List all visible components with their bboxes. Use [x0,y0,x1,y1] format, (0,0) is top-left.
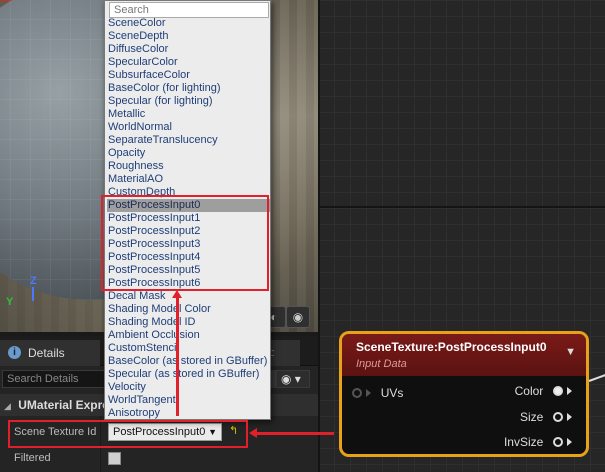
annotation-arrow-shaft-up [176,298,179,416]
dropdown-item[interactable]: Ambient Occlusion [107,329,270,342]
annotation-arrow-shaft-left [256,432,334,435]
details-search-input[interactable]: Search Details [2,370,108,388]
invsize-output-pin[interactable]: InvSize [504,435,572,449]
node-title: SceneTexture:PostProcessInput0 [356,340,547,354]
dropdown-item[interactable]: Shading Model ID [107,316,270,329]
uvs-input-pin[interactable]: UVs [352,386,403,400]
node-header[interactable]: SceneTexture:PostProcessInput0 Input Dat… [342,334,586,376]
dropdown-item[interactable]: Decal Mask [107,290,270,303]
color-label: Color [514,384,544,398]
dropdown-item[interactable]: SubsurfaceColor [107,69,270,82]
eye-icon[interactable]: ◉ ▾ [276,370,310,388]
input-pin-arrow-icon [366,389,372,397]
output-pin-icon[interactable] [552,437,563,447]
info-icon: i [8,346,21,359]
input-pin-icon[interactable] [352,388,362,398]
dropdown-item[interactable]: Specular (for lighting) [107,95,270,108]
dropdown-item[interactable]: BaseColor (as stored in GBuffer) [107,355,270,368]
dropdown-item[interactable]: Specular (as stored in GBuffer) [107,368,270,381]
dropdown-search-input[interactable]: Search [109,2,269,18]
dropdown-item[interactable]: SceneDepth [107,30,270,43]
dropdown-item[interactable]: Velocity [107,381,270,394]
output-pin-arrow-icon [567,413,572,421]
axis-z-label: Z [30,275,37,287]
dropdown-item[interactable]: BaseColor (for lighting) [107,82,270,95]
dropdown-item[interactable]: SpecularColor [107,56,270,69]
axis-y-label: Y [6,296,14,308]
dropdown-item[interactable]: SceneColor [107,17,270,30]
annotation-highlight-postprocess-inputs [101,195,269,291]
filtered-row: Filtered [0,446,318,470]
node-subtitle: Input Data [356,358,407,370]
dropdown-item[interactable]: Shading Model Color [107,303,270,316]
axis-z-line [32,287,34,301]
dropdown-item[interactable]: WorldNormal [107,121,270,134]
filtered-label: Filtered [14,452,51,464]
tab-details[interactable]: i Details [0,340,100,366]
section-title: UMaterial Expre [18,398,109,412]
tab-details-label: Details [28,346,65,360]
dropdown-item[interactable]: Opacity [107,147,270,160]
dropdown-item[interactable]: Metallic [107,108,270,121]
output-pin-arrow-icon [567,438,572,446]
chevron-down-icon[interactable]: ▼ [565,346,576,358]
uvs-label: UVs [380,386,404,400]
graph-grid-line-horizontal [318,206,605,208]
graph-grid-line-vertical [318,0,320,472]
annotation-arrowhead-left [249,428,257,438]
dropdown-item[interactable]: WorldTangent [107,394,270,407]
size-output-pin[interactable]: Size [520,410,572,424]
dropdown-item[interactable]: MaterialAO [107,173,270,186]
collapse-triangle-icon[interactable]: ◢ [4,401,11,411]
filtered-checkbox[interactable] [108,452,121,465]
output-pin-icon[interactable] [552,386,563,396]
invsize-label: InvSize [503,435,544,449]
viewport-button-2[interactable]: ◉ [286,306,310,328]
dropdown-item[interactable]: SeparateTranslucency [107,134,270,147]
dropdown-item[interactable]: Roughness [107,160,270,173]
dropdown-item[interactable]: Anisotropy [107,407,270,420]
color-output-pin[interactable]: Color [515,384,572,398]
output-pin-icon[interactable] [552,412,563,422]
dropdown-item[interactable]: DiffuseColor [107,43,270,56]
dropdown-item[interactable]: CustomStencil [107,342,270,355]
annotation-arrowhead-up [172,290,182,298]
size-label: Size [519,410,544,424]
output-pin-arrow-icon [567,387,572,395]
annotation-highlight-scene-texture-row [8,420,248,448]
scene-texture-node[interactable]: SceneTexture:PostProcessInput0 Input Dat… [339,331,589,457]
